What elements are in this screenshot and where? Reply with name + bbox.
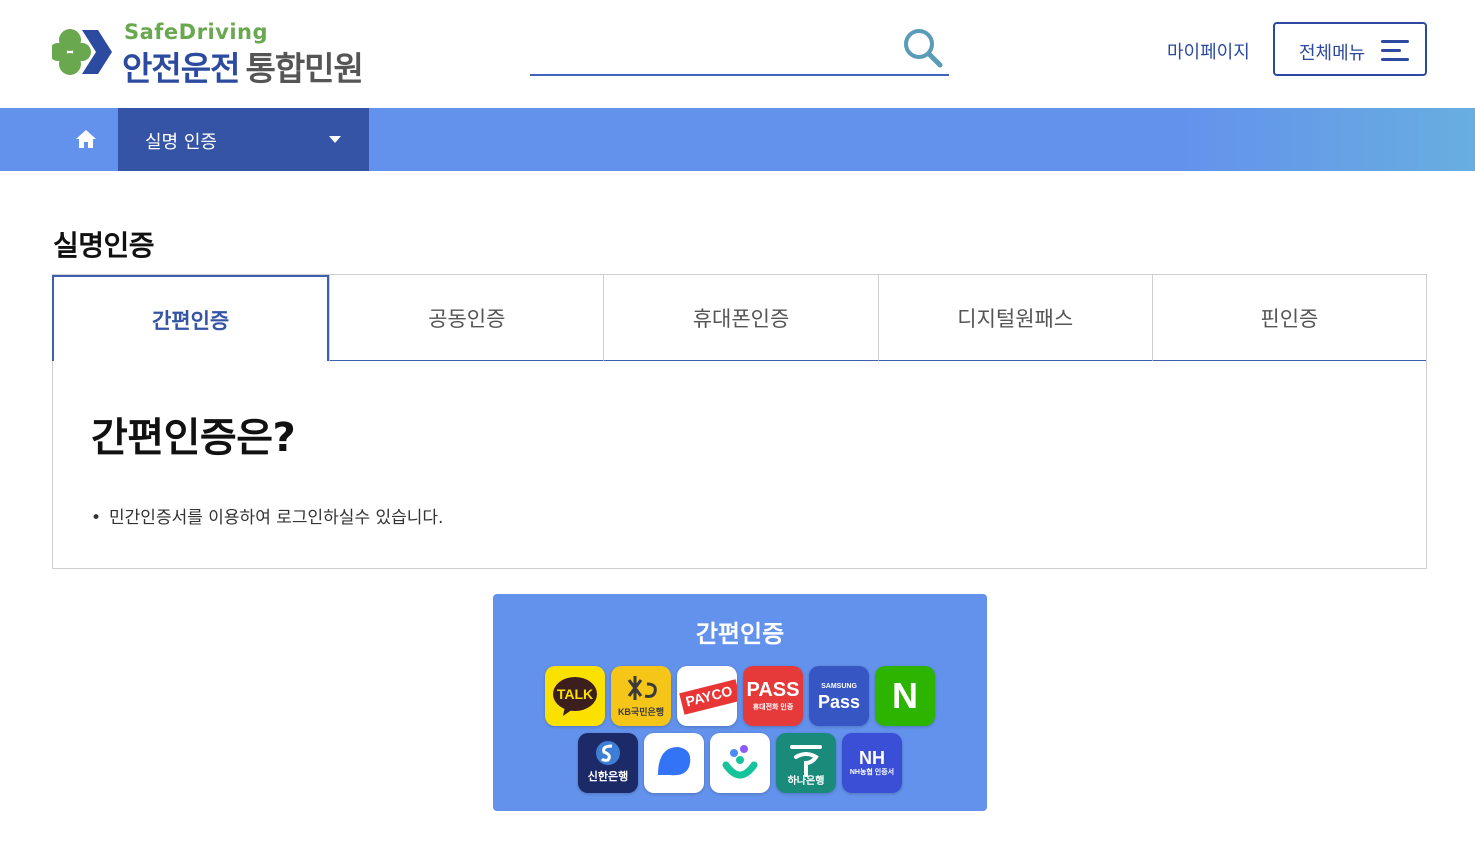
app-label: 신한은행: [587, 771, 629, 783]
kb-bank-icon: KB국민은행: [611, 666, 671, 726]
app-label: N: [892, 675, 918, 716]
tab-mobile-auth[interactable]: 휴대폰인증: [603, 275, 878, 362]
app-label: 하나은행: [787, 776, 825, 787]
search-box: [530, 22, 949, 76]
mypage-link[interactable]: 마이페이지: [1167, 38, 1250, 64]
tab-label: 디지털원패스: [957, 306, 1074, 331]
hamburger-icon: [1381, 38, 1411, 62]
samsung-pass-icon: SAMSUNG Pass: [809, 666, 869, 726]
app-sublabel: 휴대전화 인증: [752, 704, 794, 711]
auth-tabs: 간편인증 공동인증 휴대폰인증 디지털원패스 핀인증: [52, 274, 1427, 362]
tab-joint-certificate[interactable]: 공동인증: [329, 275, 604, 362]
clover-logo-icon: [52, 29, 112, 75]
site-logo[interactable]: SafeDriving 안전운전 통합민원: [52, 20, 412, 88]
nav-category-label: 실명 인증: [145, 132, 217, 153]
app-label: NH: [859, 748, 885, 768]
location-navbar: 실명 인증: [0, 108, 1475, 171]
toss-icon: [644, 733, 704, 793]
app-sublabel: SAMSUNG: [821, 683, 857, 690]
pass-icon: PASS 휴대전화 인증: [743, 666, 803, 726]
app-sublabel: NH농협 인증서: [849, 769, 895, 776]
logo-korean-text: 안전운전 통합민원: [122, 42, 364, 90]
app-label: KB국민은행: [617, 707, 665, 717]
content-description: • 민간인증서를 이용하여 로그인하실수 있습니다.: [91, 503, 443, 528]
description-text: 민간인증서를 이용하여 로그인하실수 있습니다.: [109, 508, 444, 528]
hana-bank-icon: 하나은행: [776, 733, 836, 793]
tab-label: 간편인증: [151, 308, 230, 333]
logo-main-text: 안전운전: [122, 49, 240, 88]
all-menu-label: 전체메뉴: [1299, 43, 1366, 64]
tab-label: 공동인증: [428, 306, 506, 331]
banksalad-icon: [710, 733, 770, 793]
nh-bank-icon: NH NH농협 인증서: [842, 733, 902, 793]
home-button[interactable]: [52, 108, 118, 171]
caret-down-icon: [329, 136, 341, 143]
tab-content-panel: 간편인증은? • 민간인증서를 이용하여 로그인하실수 있습니다.: [52, 361, 1427, 569]
search-icon[interactable]: [901, 26, 945, 70]
page-title: 실명인증: [53, 229, 155, 262]
logo-sub-text: 통합민원: [245, 49, 363, 88]
logo-english-text: SafeDriving: [124, 20, 269, 44]
tab-simple-auth[interactable]: 간편인증: [52, 275, 330, 362]
all-menu-button[interactable]: 전체메뉴: [1273, 22, 1427, 76]
naver-icon: N: [875, 666, 935, 726]
app-label: Pass: [817, 692, 861, 712]
tab-label: 휴대폰인증: [692, 306, 790, 331]
shinhan-bank-icon: 신한은행: [578, 733, 638, 793]
content-heading: 간편인증은?: [91, 415, 296, 461]
app-label: TALK: [556, 686, 594, 702]
auth-card-title: 간편인증: [695, 620, 785, 648]
simple-auth-card[interactable]: 간편인증 TALK KB국민은행 PAYCO PASS 휴대전화 인증 SAMS…: [493, 594, 987, 811]
tab-pin-auth[interactable]: 핀인증: [1151, 275, 1427, 362]
home-icon: [76, 130, 96, 148]
payco-icon: PAYCO: [677, 666, 737, 726]
bullet: •: [91, 508, 102, 528]
nav-category-dropdown[interactable]: 실명 인증: [118, 108, 369, 171]
app-label: PASS: [746, 679, 800, 701]
site-header: SafeDriving 안전운전 통합민원 마이페이지 전체메뉴: [0, 0, 1475, 108]
kakao-talk-icon: TALK: [545, 666, 605, 726]
search-input[interactable]: [530, 30, 890, 66]
tab-digital-onepass[interactable]: 디지털원패스: [877, 275, 1152, 362]
tab-label: 핀인증: [1260, 306, 1319, 331]
